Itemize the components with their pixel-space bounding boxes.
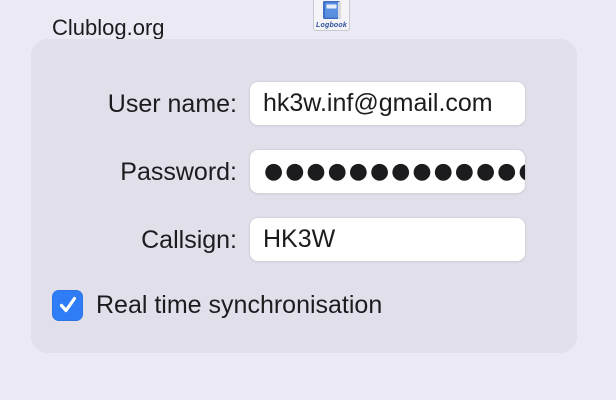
checkmark-icon bbox=[59, 296, 76, 313]
app-icon-label: Logbook bbox=[316, 22, 347, 29]
password-field[interactable]: ●●●●●●●●●●●●●●●●● bbox=[249, 149, 526, 194]
username-field[interactable] bbox=[249, 81, 526, 126]
realtime-sync-option[interactable]: Real time synchronisation bbox=[52, 289, 382, 321]
username-label: User name: bbox=[107, 90, 237, 118]
password-label: Password: bbox=[120, 158, 237, 186]
realtime-sync-checkbox[interactable] bbox=[52, 289, 83, 321]
realtime-sync-label: Real time synchronisation bbox=[96, 290, 383, 319]
section-title: Clublog.org bbox=[52, 15, 165, 40]
clublog-settings-panel: User name: Password: ●●●●●●●●●●●●●●●●● C… bbox=[31, 39, 577, 353]
callsign-field[interactable] bbox=[249, 217, 526, 262]
callsign-label: Callsign: bbox=[141, 226, 237, 254]
logbook-app-icon: Logbook bbox=[313, 0, 350, 31]
